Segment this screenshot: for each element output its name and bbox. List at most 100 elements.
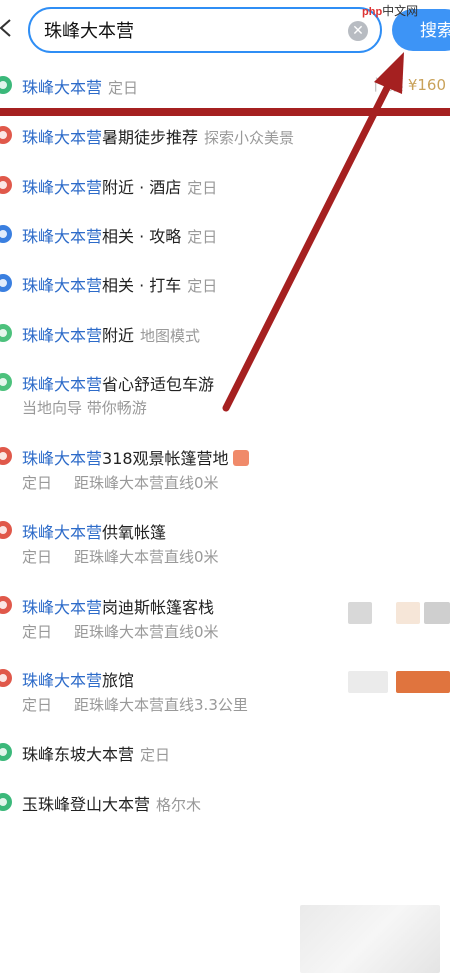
title-text: 珠峰东坡大本营 — [22, 745, 135, 764]
suggestion-title: 珠峰大本营相关 · 攻略 定日 — [22, 223, 217, 247]
suggestion-item[interactable]: 珠峰大本营省心舒适包车游 当地向导 带你畅游 — [0, 367, 450, 421]
guide-icon — [0, 225, 12, 243]
title-text: 暑期徒步推荐 — [102, 128, 199, 147]
taxi-icon — [0, 274, 12, 292]
watermark: php中文网 — [362, 2, 418, 19]
suggestion-title: 珠峰大本营相关 · 打车 定日 — [22, 272, 217, 296]
title-text: 附近 · 酒店 — [102, 178, 182, 197]
tour-icon — [0, 373, 12, 391]
suggestion-item[interactable]: 珠峰大本营相关 · 攻略 定日 — [0, 219, 450, 249]
suggestion-title: 珠峰东坡大本营 定日 — [22, 741, 170, 765]
region-tag: 地图模式 — [140, 327, 201, 345]
suggestion-item[interactable]: 珠峰大本营岗迪斯帐篷客栈 定日 距珠峰大本营直线0米 — [0, 590, 450, 644]
clear-icon[interactable]: ✕ — [348, 21, 368, 41]
watermark-logo: php — [362, 6, 383, 18]
region-tag: 定日 — [187, 179, 218, 197]
hostel-icon — [0, 669, 12, 687]
suggestion-title: 珠峰大本营附近 地图模式 — [22, 322, 200, 346]
title-text: 附近 — [102, 326, 135, 345]
title-text: 相关 · 攻略 — [102, 227, 182, 246]
tent-icon — [0, 521, 12, 539]
highlight-text: 珠峰大本营 — [22, 78, 103, 97]
map-icon — [0, 324, 12, 342]
thumbnail-image — [396, 602, 420, 624]
thumbnail-image — [424, 602, 450, 624]
suggestion-item[interactable]: 玉珠峰登山大本营 格尔木 — [0, 787, 450, 817]
price-value: ¥160 — [407, 76, 446, 94]
thumbnail-image — [348, 602, 372, 624]
suggestion-title: 珠峰大本营附近 · 酒店 定日 — [22, 174, 217, 198]
title-text: 玉珠峰登山大本营 — [22, 795, 151, 814]
suggestion-subtitle: 定日 距珠峰大本营直线0米 — [22, 546, 219, 567]
suggestion-title: 珠峰大本营318观景帐篷营地 — [22, 445, 249, 469]
suggestion-title: 珠峰大本营旅馆 — [22, 667, 134, 691]
title-text: 相关 · 打车 — [102, 276, 182, 295]
suggestion-subtitle: 当地向导 带你畅游 — [22, 399, 147, 417]
highlight-text: 珠峰大本营 — [22, 326, 103, 345]
region-tag: 定日 — [108, 79, 139, 97]
region-tag: 格尔木 — [156, 796, 202, 814]
scenic-icon — [0, 793, 12, 811]
hotel-icon — [0, 176, 12, 194]
hot-badge-icon — [232, 450, 249, 466]
suggestion-item[interactable]: 珠峰大本营旅馆 定日 距珠峰大本营直线3.3公里 — [0, 663, 450, 717]
thumbnail-image — [396, 671, 450, 693]
region-tag: 定日 — [187, 277, 218, 295]
annotation-underline — [0, 108, 450, 116]
highlight-text: 珠峰大本营 — [22, 449, 103, 468]
camp-icon — [0, 447, 12, 465]
region-tag: 定日 — [187, 228, 218, 246]
back-arrow-icon[interactable] — [0, 18, 16, 38]
highlight-text: 珠峰大本营 — [22, 671, 103, 690]
suggestion-item[interactable]: 珠峰大本营供氧帐篷 定日 距珠峰大本营直线0米 — [0, 515, 450, 569]
search-box[interactable]: ✕ — [28, 7, 382, 53]
search-input[interactable] — [44, 15, 334, 45]
suggestion-title: 珠峰大本营岗迪斯帐篷客栈 — [22, 594, 214, 618]
search-header: ✕ 搜索 php中文网 — [0, 0, 450, 64]
suggestion-title: 珠峰大本营 定日 — [22, 74, 138, 98]
suggestion-item[interactable]: 珠峰大本营暑期徒步推荐 探索小众美景 — [0, 120, 450, 150]
distance-text: 距珠峰大本营直线0米 — [74, 623, 219, 641]
region-text: 定日 — [22, 474, 53, 492]
hiking-icon — [0, 126, 12, 144]
title-text: 岗迪斯帐篷客栈 — [102, 598, 215, 617]
title-text: 供氧帐篷 — [102, 523, 167, 542]
highlight-text: 珠峰大本营 — [22, 598, 103, 617]
highlight-text: 珠峰大本营 — [22, 178, 103, 197]
distance-text: 距珠峰大本营直线0米 — [74, 548, 219, 566]
highlight-text: 珠峰大本营 — [22, 276, 103, 295]
suggestion-item[interactable]: 珠峰大本营相关 · 打车 定日 — [0, 268, 450, 298]
suggestion-subtitle: 定日 距珠峰大本营直线0米 — [22, 472, 219, 493]
title-text: 省心舒适包车游 — [102, 375, 215, 394]
suggestion-title: 珠峰大本营暑期徒步推荐 探索小众美景 — [22, 124, 294, 148]
title-text: 旅馆 — [102, 671, 135, 690]
suggestion-subtitle: 定日 距珠峰大本营直线3.3公里 — [22, 694, 248, 715]
suggestion-title: 珠峰大本营供氧帐篷 — [22, 519, 166, 543]
suggestion-title: 玉珠峰登山大本营 格尔木 — [22, 791, 201, 815]
title-text: 318观景帐篷营地 — [102, 449, 229, 468]
suggestion-item[interactable]: 珠峰大本营318观景帐篷营地 定日 距珠峰大本营直线0米 — [0, 441, 450, 495]
suggestion-item[interactable]: 珠峰大本营附近 · 酒店 定日 — [0, 170, 450, 200]
blurred-watermark — [300, 905, 440, 973]
price-label: 门票 — [373, 76, 404, 94]
region-text: 定日 — [22, 696, 53, 714]
distance-text: 距珠峰大本营直线0米 — [74, 474, 219, 492]
region-text: 定日 — [22, 623, 53, 641]
suggestion-subtitle: 定日 距珠峰大本营直线0米 — [22, 621, 219, 642]
thumbnail-image — [348, 671, 388, 693]
suggestion-title: 珠峰大本营省心舒适包车游 — [22, 371, 214, 395]
region-tag: 探索小众美景 — [204, 129, 295, 147]
scenic-icon — [0, 76, 12, 94]
watermark-site: 中文网 — [382, 4, 419, 18]
region-tag: 定日 — [140, 746, 171, 764]
distance-text: 距珠峰大本营直线3.3公里 — [74, 696, 248, 714]
highlight-text: 珠峰大本营 — [22, 523, 103, 542]
highlight-text: 珠峰大本营 — [22, 227, 103, 246]
highlight-text: 珠峰大本营 — [22, 375, 103, 394]
suggestion-item[interactable]: 珠峰大本营附近 地图模式 — [0, 318, 450, 348]
suggestion-item[interactable]: 珠峰大本营 定日 门票 ¥160 — [0, 70, 450, 100]
suggestion-item[interactable]: 珠峰东坡大本营 定日 — [0, 737, 450, 767]
region-text: 定日 — [22, 548, 53, 566]
inn-icon — [0, 596, 12, 614]
highlight-text: 珠峰大本营 — [22, 128, 103, 147]
